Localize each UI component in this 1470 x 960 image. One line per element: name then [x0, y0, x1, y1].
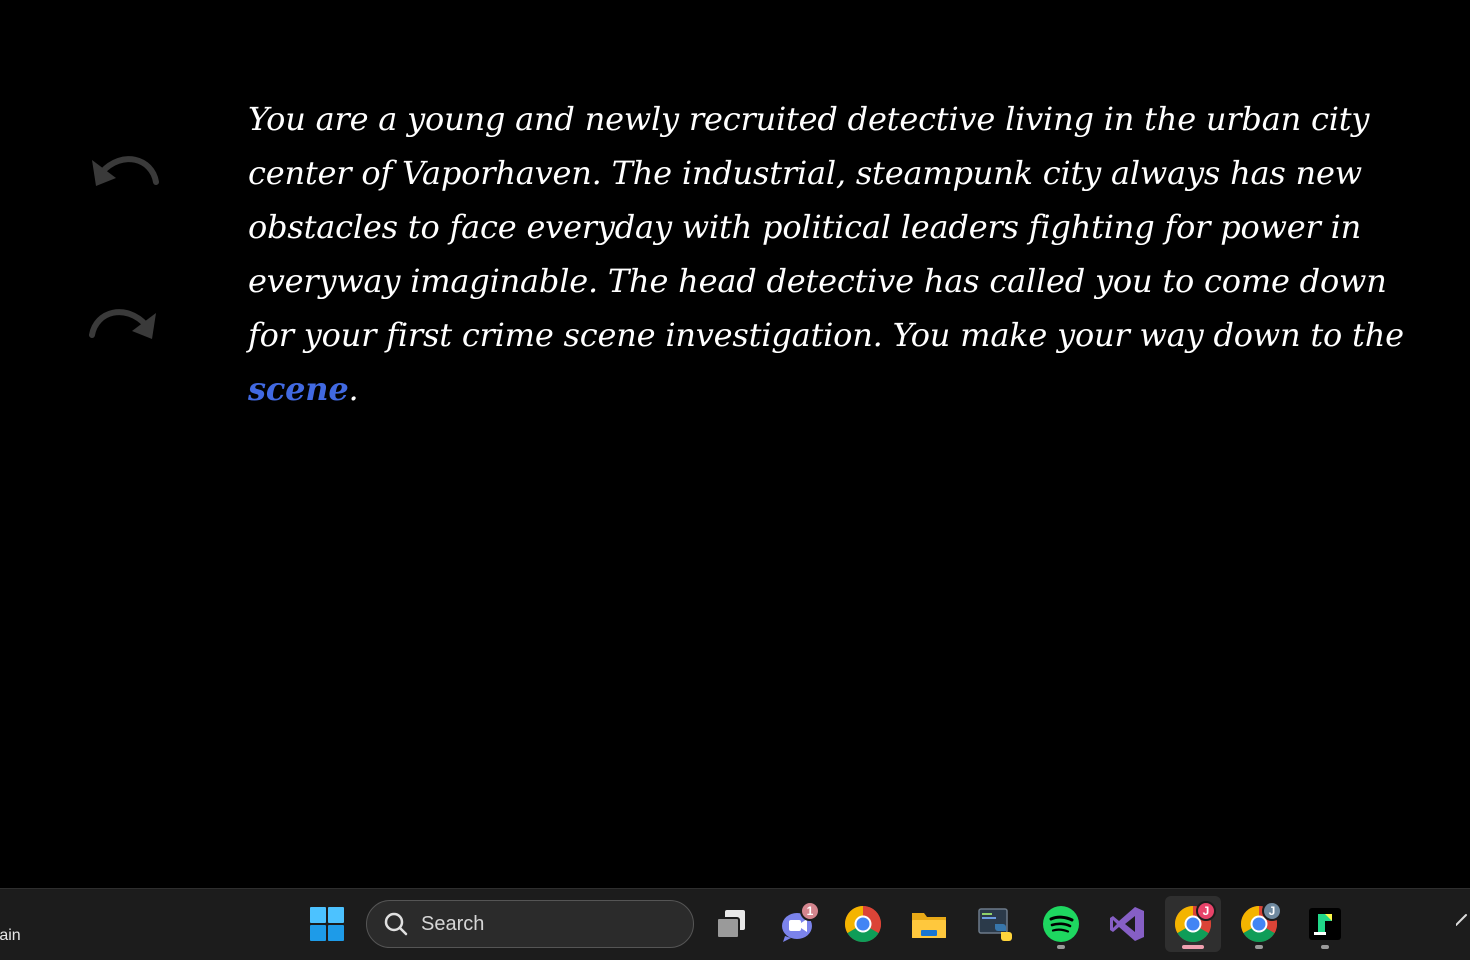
story-trailing-period: .	[348, 370, 359, 408]
running-indicator	[1321, 945, 1329, 949]
active-indicator	[1182, 945, 1204, 949]
redo-button[interactable]	[86, 297, 162, 347]
python-icon	[978, 908, 1012, 941]
taskbar-app-teams[interactable]: 1	[769, 896, 825, 952]
task-view-icon	[716, 910, 745, 939]
running-indicator	[1057, 945, 1065, 949]
story-text: You are a young and newly recruited dete…	[248, 92, 1418, 416]
story-body: You are a young and newly recruited dete…	[248, 100, 1404, 354]
start-button[interactable]	[299, 896, 355, 952]
taskbar-app-file-explorer[interactable]	[901, 896, 957, 952]
chevron-up-icon[interactable]	[1456, 911, 1470, 933]
search-placeholder: Search	[421, 912, 485, 935]
search-icon	[384, 912, 408, 936]
taskbar-app-chrome-profile-j[interactable]: J	[1165, 896, 1221, 952]
taskbar-app-pycharm[interactable]	[1297, 896, 1353, 952]
profile-badge: J	[1262, 901, 1282, 921]
scene-link[interactable]: scene	[248, 370, 349, 408]
taskbar-search[interactable]: Search	[366, 900, 694, 948]
taskbar-app-chrome-profile-j-2[interactable]: J	[1231, 896, 1287, 952]
teams-notification-badge: 1	[800, 901, 820, 921]
taskbar: rain Search 1	[0, 888, 1470, 960]
task-view-button[interactable]	[703, 896, 759, 952]
visual-studio-icon	[1110, 907, 1144, 941]
windows-logo-icon	[310, 907, 344, 941]
chrome-icon	[844, 906, 882, 943]
profile-badge: J	[1196, 901, 1216, 921]
undo-button[interactable]	[86, 144, 162, 194]
weather-widget-text[interactable]: rain	[0, 927, 21, 945]
folder-icon	[912, 913, 946, 938]
taskbar-app-visual-studio[interactable]	[1099, 896, 1155, 952]
pycharm-icon	[1309, 908, 1341, 940]
taskbar-app-python[interactable]	[967, 896, 1023, 952]
taskbar-app-spotify[interactable]	[1033, 896, 1089, 952]
undo-icon	[92, 156, 159, 186]
spotify-icon	[1043, 906, 1079, 942]
redo-icon	[89, 309, 156, 339]
taskbar-app-chrome[interactable]	[835, 896, 891, 952]
running-indicator	[1255, 945, 1263, 949]
